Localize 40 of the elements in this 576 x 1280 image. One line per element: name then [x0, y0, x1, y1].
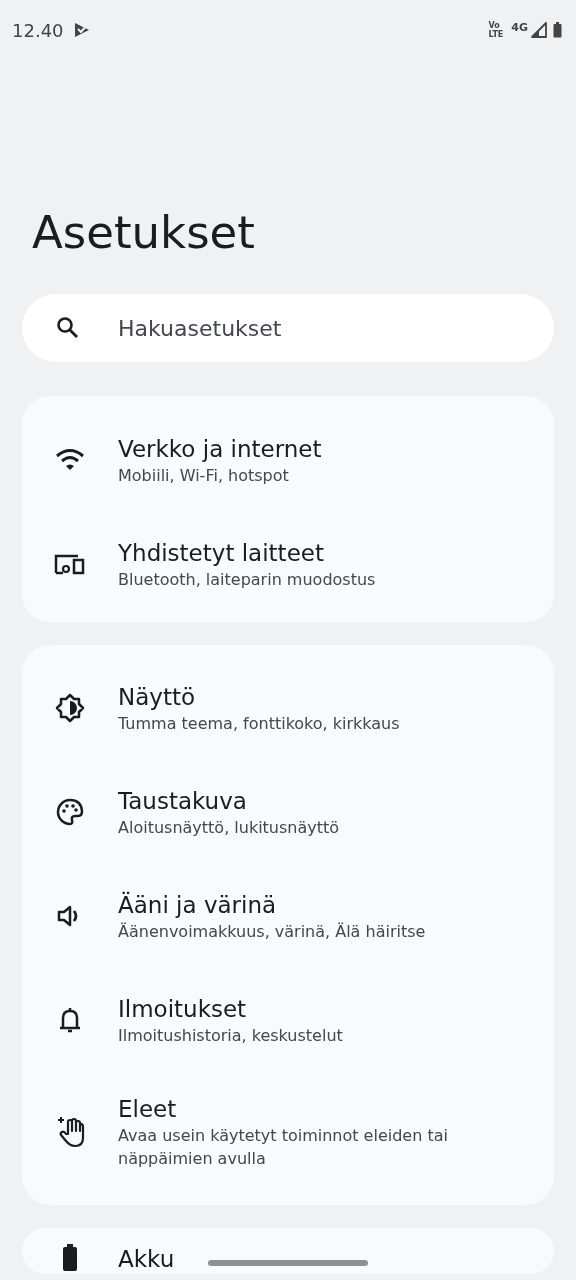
brightness-icon: [55, 693, 85, 723]
item-title: Näyttö: [118, 682, 197, 712]
item-title: Ilmoitukset: [118, 994, 248, 1024]
settings-item[interactable]: Akku: [22, 1234, 554, 1274]
item-title: Verkko ja internet: [118, 434, 322, 464]
settings-item[interactable]: Eleet Avaa usein käytetyt toiminnot eleiden tai näppäimien avulla: [22, 1072, 554, 1192]
item-subtitle: Aloitusnäyttö, lukitusnäyttö: [118, 816, 340, 839]
wifi-icon: [55, 448, 85, 472]
item-title: Yhdistetyt laitteet: [118, 538, 325, 568]
settings-item[interactable]: Ilmoitukset Ilmoitushistoria, keskustelut: [22, 968, 554, 1072]
item-subtitle: Avaa usein käytetyt toiminnot eleiden tai näppäimien avulla: [118, 1125, 449, 1170]
item-subtitle: Äänenvoimakkuus, värinä, Älä häiritse: [118, 920, 426, 943]
volte-label: LTE: [488, 30, 504, 39]
search-icon: [56, 316, 80, 340]
item-title: Taustakuva: [118, 786, 248, 816]
settings-item[interactable]: Verkko ja internet Mobiili, Wi-Fi, hotspot: [22, 408, 554, 512]
bell-icon: [58, 1006, 82, 1034]
item-subtitle: Bluetooth, laiteparin muodostus: [118, 568, 376, 591]
signal-icon: [531, 22, 547, 38]
clock-time: 12.40: [12, 19, 64, 41]
volte-label: Vo: [488, 21, 501, 30]
settings-item[interactable]: Ääni ja värinä Äänenvoimakkuus, värinä, Älä häiritse: [22, 864, 554, 968]
settings-item[interactable]: Näyttö Tumma teema, fonttikoko, kirkkaus: [22, 656, 554, 760]
battery-icon: [62, 1244, 78, 1272]
item-subtitle: Mobiili, Wi-Fi, hotspot: [118, 464, 290, 487]
palette-icon: [56, 798, 84, 826]
item-title: Eleet: [118, 1095, 178, 1124]
settings-item[interactable]: Taustakuva Aloitusnäyttö, lukitusnäyttö: [22, 760, 554, 864]
network-type: 4G: [511, 20, 528, 34]
item-title: Akku: [118, 1245, 175, 1274]
item-subtitle: Ilmoitushistoria, keskustelut: [118, 1024, 343, 1047]
item-title: Ääni ja värinä: [118, 890, 278, 920]
devices-icon: [54, 553, 86, 575]
search-field[interactable]: Hakuasetukset: [22, 294, 554, 362]
item-subtitle: Tumma teema, fonttikoko, kirkkaus: [118, 712, 400, 735]
hand-gesture-icon: [55, 1116, 85, 1148]
battery-icon: [553, 22, 562, 38]
notification-icon: [73, 22, 90, 38]
settings-item[interactable]: Yhdistetyt laitteet Bluetooth, laiteparin muodostus: [22, 512, 554, 616]
page-title: Asetukset: [32, 205, 256, 261]
